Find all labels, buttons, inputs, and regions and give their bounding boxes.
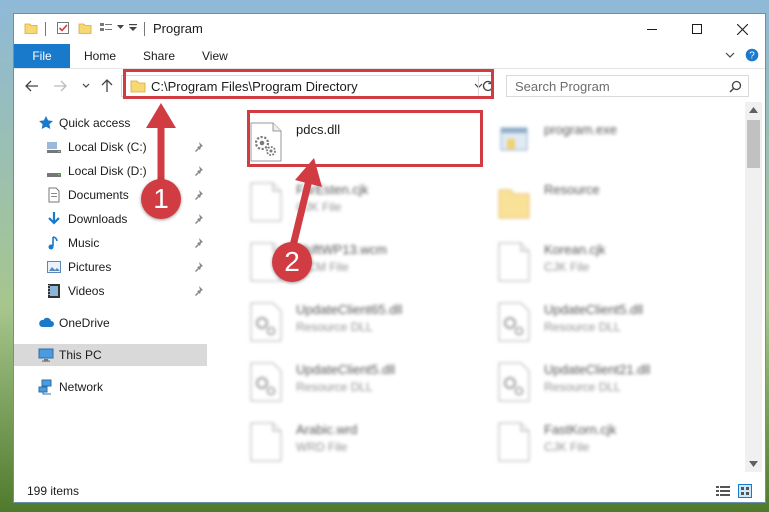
arrow-2-shaft [288, 179, 313, 251]
arrow-2-head [295, 158, 322, 187]
step-1-badge: 1 [141, 179, 181, 219]
step-2-badge: 2 [272, 242, 312, 282]
annotation-arrows [146, 103, 322, 251]
arrow-1-head [146, 103, 176, 128]
